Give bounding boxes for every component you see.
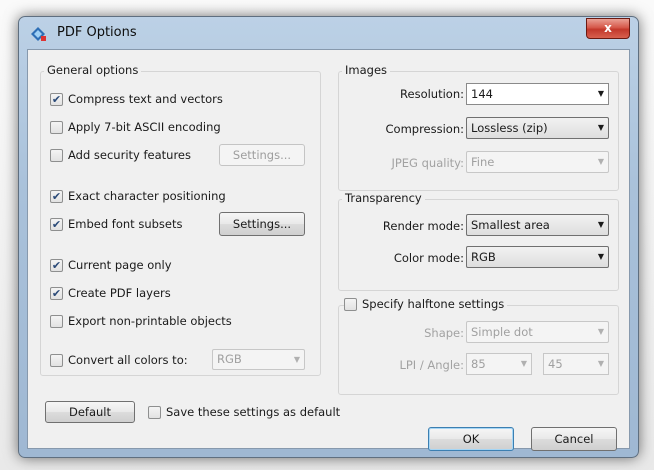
jpeg-quality-label: JPEG quality: — [391, 156, 464, 170]
angle-value: 45 — [548, 357, 563, 371]
convert-colors-option[interactable]: Convert all colors to: — [50, 353, 188, 367]
jpeg-quality-value: Fine — [471, 155, 495, 169]
pdf-layers-option[interactable]: ✔ Create PDF layers — [50, 286, 171, 300]
check-mark-icon: ✔ — [51, 258, 62, 272]
non-printable-checkbox[interactable] — [50, 314, 63, 328]
transparency-group — [338, 199, 619, 291]
embed-fonts-checkbox[interactable]: ✔ — [50, 217, 63, 231]
check-mark-icon: ✔ — [51, 189, 62, 203]
dropdown-arrow-icon: ▼ — [293, 355, 300, 364]
check-mark-icon: ✔ — [51, 92, 62, 106]
pdf-layers-label: Create PDF layers — [68, 286, 171, 300]
resolution-combobox[interactable]: 144 ▼ — [466, 83, 609, 105]
dialog-title: PDF Options — [57, 25, 137, 40]
non-printable-label: Export non-printable objects — [68, 314, 232, 328]
compression-dropdown[interactable]: Lossless (zip) ▼ — [466, 117, 609, 139]
convert-colors-label: Convert all colors to: — [68, 353, 188, 367]
dropdown-arrow-icon: ▼ — [597, 252, 604, 261]
current-page-checkbox[interactable]: ✔ — [50, 258, 63, 272]
halftone-checkbox[interactable] — [344, 297, 357, 311]
ascii-label: Apply 7-bit ASCII encoding — [68, 120, 221, 134]
render-mode-value: Smallest area — [471, 218, 550, 232]
embed-fonts-option[interactable]: ✔ Embed font subsets — [50, 217, 182, 231]
ok-button[interactable]: OK — [428, 427, 514, 451]
security-settings-button[interactable]: Settings... — [219, 144, 305, 166]
compression-label: Compression: — [385, 122, 465, 136]
convert-colors-value: RGB — [217, 352, 242, 366]
angle-combobox[interactable]: 45 ▼ — [543, 353, 609, 375]
ascii-checkbox[interactable] — [50, 120, 63, 134]
embed-fonts-label: Embed font subsets — [68, 217, 183, 231]
exact-positioning-option[interactable]: ✔ Exact character positioning — [50, 189, 226, 203]
halftone-option[interactable]: Specify halftone settings — [344, 297, 508, 311]
pdf-app-icon — [31, 27, 46, 41]
convert-colors-checkbox[interactable] — [50, 353, 63, 367]
current-page-option[interactable]: ✔ Current page only — [50, 258, 172, 272]
render-mode-label: Render mode: — [382, 219, 464, 233]
close-icon: x — [604, 21, 612, 35]
dropdown-arrow-icon: ▼ — [597, 359, 604, 368]
dropdown-arrow-icon: ▼ — [597, 89, 604, 98]
dialog-body: General options ✔ Compress text and vect… — [27, 49, 630, 451]
cancel-button[interactable]: Cancel — [531, 427, 617, 451]
general-options-title: General options — [44, 63, 142, 77]
shape-dropdown[interactable]: Simple dot ▼ — [466, 321, 609, 343]
save-default-option[interactable]: Save these settings as default — [148, 405, 340, 419]
convert-colors-dropdown[interactable]: RGB ▼ — [212, 349, 305, 370]
save-default-checkbox[interactable] — [148, 405, 161, 419]
check-mark-icon: ✔ — [51, 217, 62, 231]
color-mode-value: RGB — [471, 250, 496, 264]
close-button[interactable]: x — [586, 18, 630, 39]
security-checkbox[interactable] — [50, 148, 63, 162]
exact-positioning-checkbox[interactable]: ✔ — [50, 189, 63, 203]
font-settings-button[interactable]: Settings... — [219, 212, 305, 236]
halftone-group — [338, 305, 619, 395]
resolution-label: Resolution: — [400, 87, 464, 101]
render-mode-dropdown[interactable]: Smallest area ▼ — [466, 214, 609, 236]
dropdown-arrow-icon: ▼ — [597, 123, 604, 132]
ascii-option[interactable]: Apply 7-bit ASCII encoding — [50, 120, 221, 134]
dropdown-arrow-icon: ▼ — [520, 359, 527, 368]
color-mode-dropdown[interactable]: RGB ▼ — [466, 246, 609, 268]
dropdown-arrow-icon: ▼ — [597, 157, 604, 166]
pdf-options-dialog: PDF Options x General options ✔ Compress… — [18, 16, 639, 458]
transparency-title: Transparency — [342, 191, 425, 205]
title-bar[interactable]: PDF Options x — [19, 17, 638, 49]
lpi-angle-label: LPI / Angle: — [399, 358, 464, 372]
exact-positioning-label: Exact character positioning — [68, 189, 226, 203]
lpi-combobox[interactable]: 85 ▼ — [466, 353, 532, 375]
current-page-label: Current page only — [68, 258, 172, 272]
non-printable-option[interactable]: Export non-printable objects — [50, 314, 232, 328]
lpi-value: 85 — [471, 357, 486, 371]
images-title: Images — [342, 63, 391, 77]
jpeg-quality-dropdown[interactable]: Fine ▼ — [466, 151, 609, 173]
shape-value: Simple dot — [471, 325, 533, 339]
default-button[interactable]: Default — [45, 401, 135, 423]
resolution-value: 144 — [471, 87, 493, 101]
shape-label: Shape: — [424, 326, 464, 340]
compression-value: Lossless (zip) — [471, 121, 548, 135]
halftone-label: Specify halftone settings — [362, 297, 505, 311]
dropdown-arrow-icon: ▼ — [597, 220, 604, 229]
compress-option[interactable]: ✔ Compress text and vectors — [50, 92, 223, 106]
compress-checkbox[interactable]: ✔ — [50, 92, 63, 106]
pdf-layers-checkbox[interactable]: ✔ — [50, 286, 63, 300]
security-label: Add security features — [68, 148, 192, 162]
security-option[interactable]: Add security features — [50, 148, 191, 162]
color-mode-label: Color mode: — [393, 251, 464, 265]
save-default-label: Save these settings as default — [166, 405, 341, 419]
dropdown-arrow-icon: ▼ — [597, 327, 604, 336]
check-mark-icon: ✔ — [51, 286, 62, 300]
compress-label: Compress text and vectors — [68, 92, 223, 106]
